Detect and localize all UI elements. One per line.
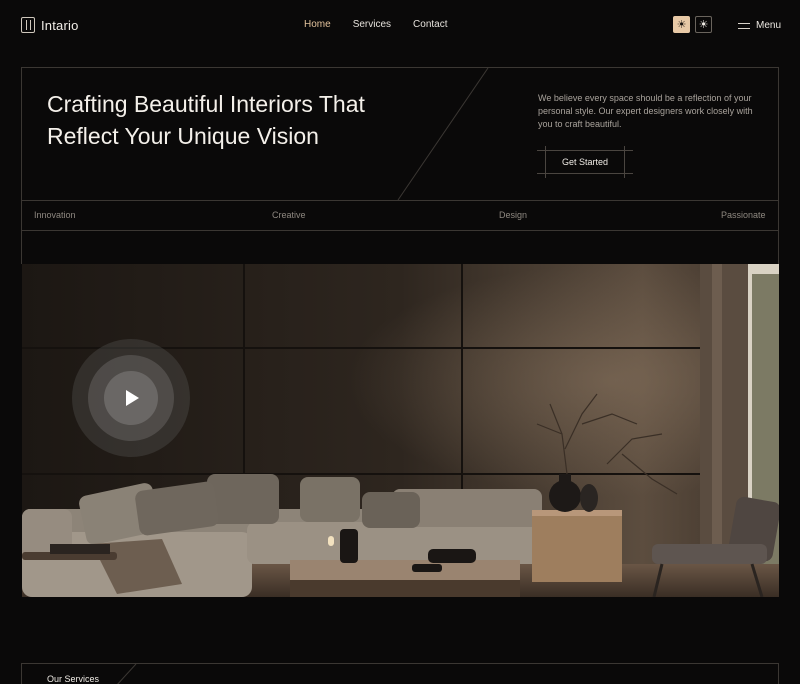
top-nav: Intario Home Services Contact ☀ ☀ Menu — [0, 0, 800, 50]
interior-photo — [22, 264, 779, 597]
nav-link-services[interactable]: Services — [353, 19, 391, 30]
play-video-button[interactable] — [72, 339, 190, 457]
hamburger-icon — [738, 22, 750, 29]
nav-link-home[interactable]: Home — [304, 19, 331, 30]
tag-creative: Creative — [272, 210, 306, 220]
services-heading: Our Services — [47, 674, 100, 684]
play-icon — [126, 390, 139, 406]
dark-theme-button[interactable]: ☀ — [695, 16, 712, 33]
tag-passionate: Passionate — [721, 210, 766, 220]
services-section: Our Services — [21, 663, 779, 684]
hero-description: We believe every space should be a refle… — [538, 93, 753, 129]
tags-row: Innovation Creative Design Passionate — [22, 200, 778, 231]
services-diagonal — [117, 664, 137, 684]
menu-label: Menu — [756, 20, 782, 31]
light-theme-button[interactable]: ☀ — [673, 16, 690, 33]
logo-icon — [21, 17, 35, 33]
hero-section: Crafting Beautiful Interiors That Reflec… — [21, 67, 779, 264]
brand-logo[interactable]: Intario — [21, 17, 79, 33]
get-started-button[interactable]: Get Started — [545, 146, 625, 178]
tag-innovation: Innovation — [34, 210, 76, 220]
menu-button[interactable]: Menu — [738, 20, 781, 31]
tag-design: Design — [499, 210, 528, 220]
nav-link-contact[interactable]: Contact — [413, 19, 447, 30]
cta-frame: Get Started — [537, 142, 633, 182]
nav-links: Home Services Contact — [304, 19, 448, 30]
sun-icon: ☀ — [676, 19, 687, 31]
brand-name: Intario — [41, 17, 79, 33]
hero-title: Crafting Beautiful Interiors That Reflec… — [47, 91, 365, 149]
sun-outline-icon: ☀ — [698, 19, 709, 31]
